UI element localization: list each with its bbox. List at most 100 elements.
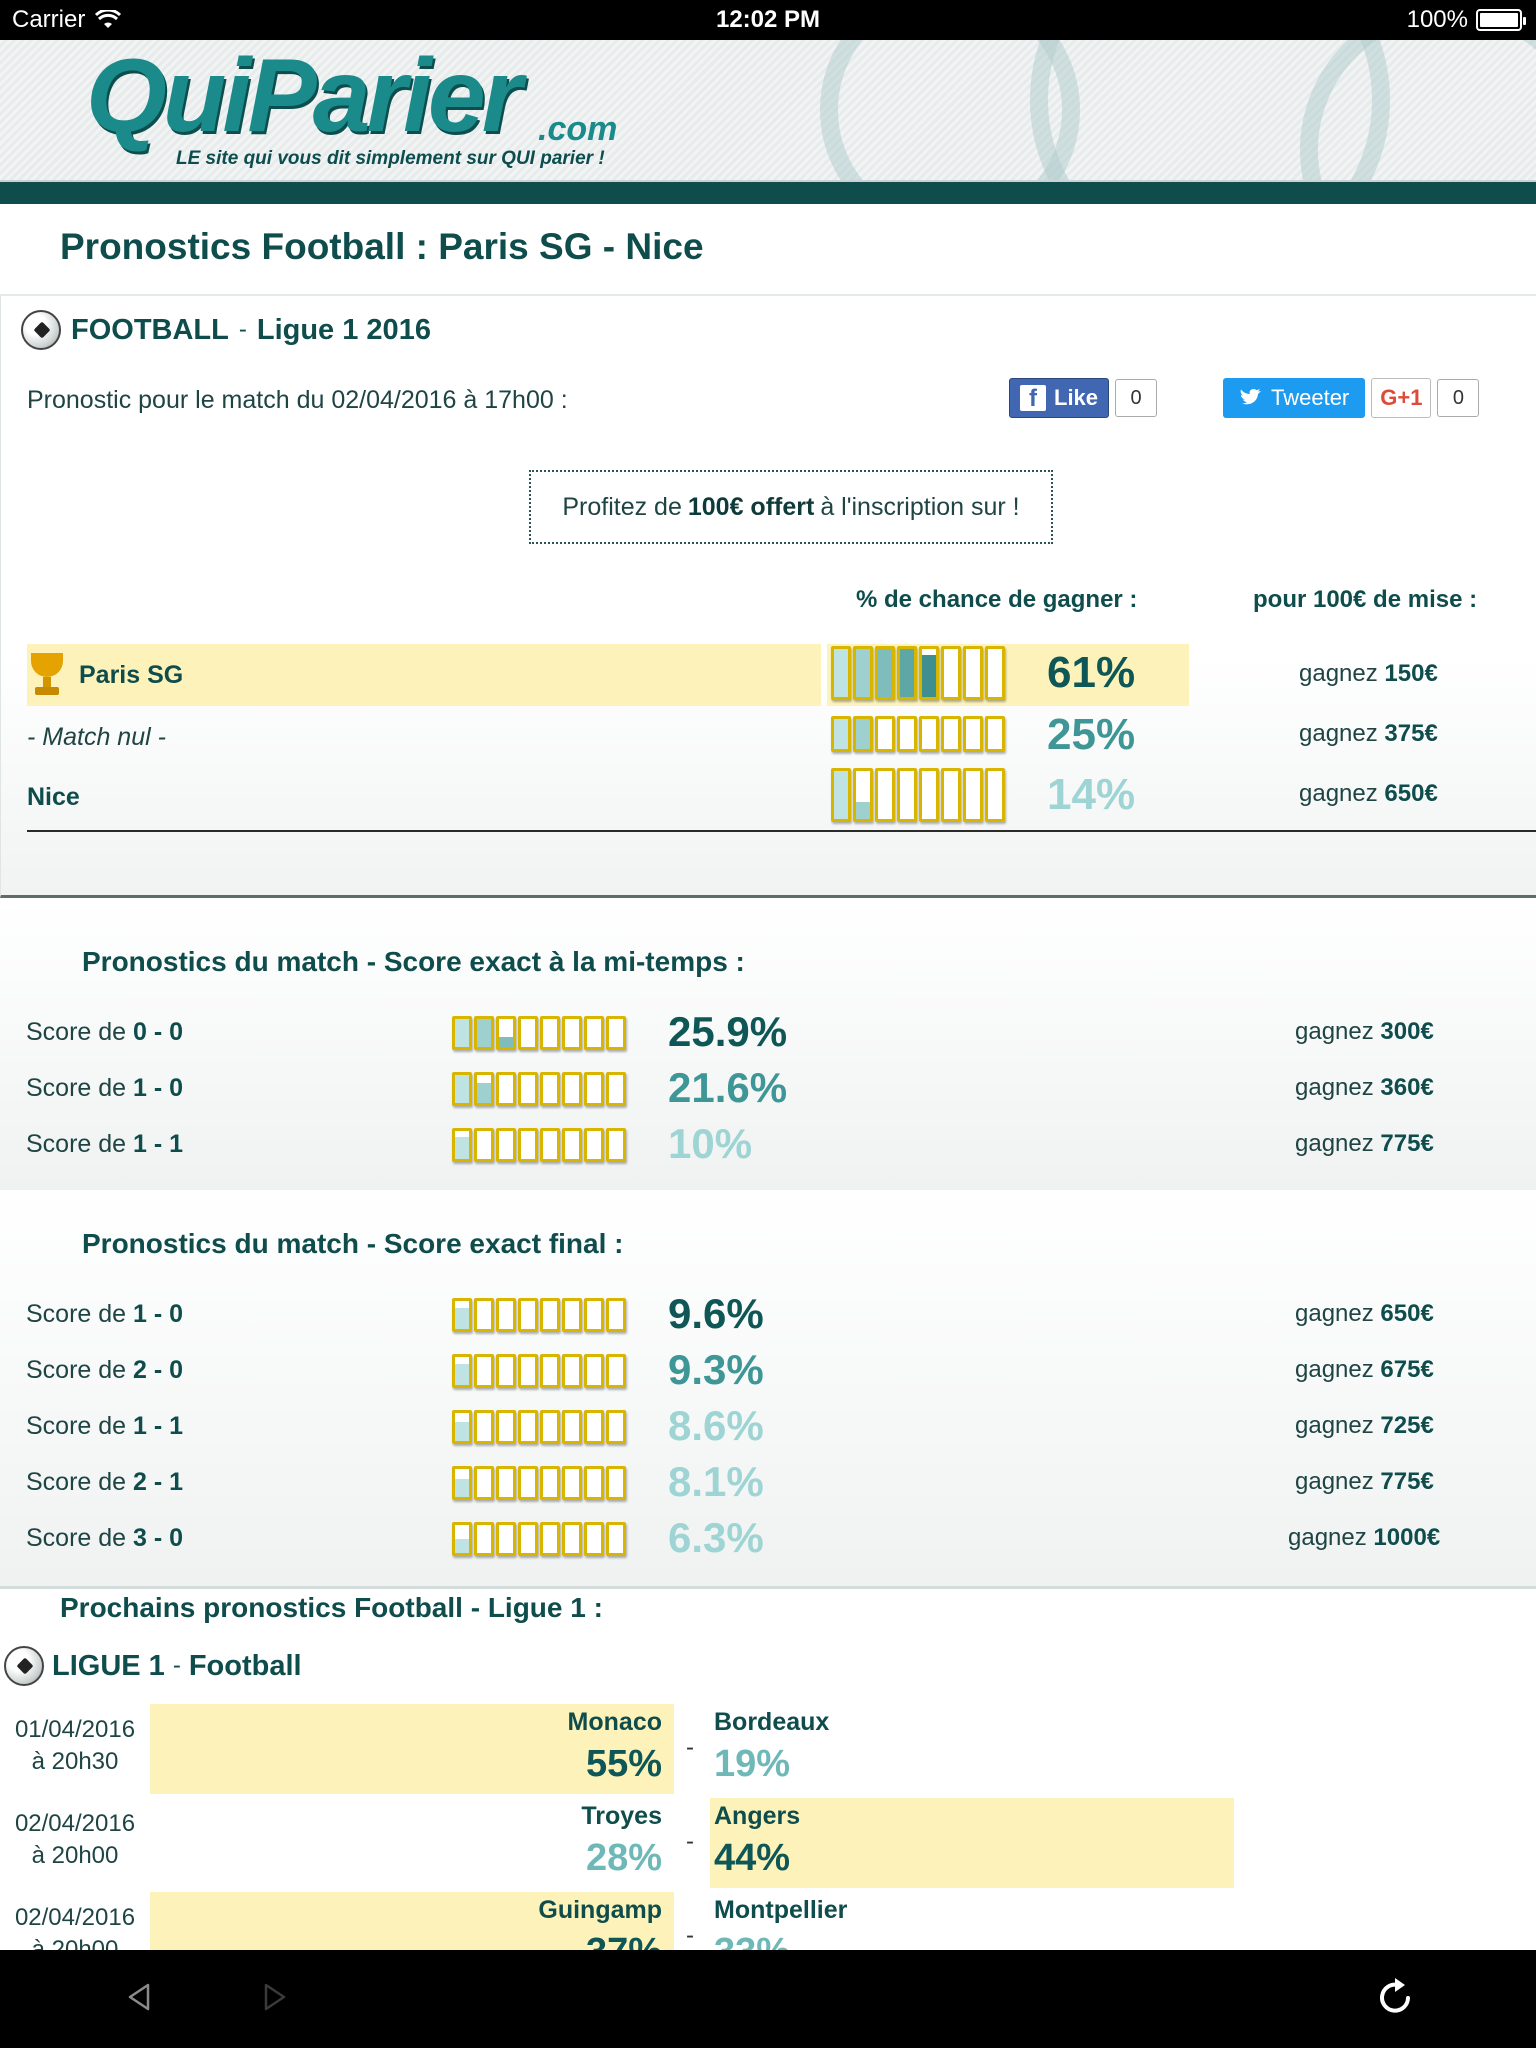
upcoming-away[interactable]: Bordeaux 19%	[710, 1704, 1234, 1794]
meter-segment	[496, 1072, 516, 1106]
back-icon[interactable]	[126, 1982, 152, 2012]
gplus-button[interactable]: G+1	[1371, 378, 1432, 418]
upcoming-home[interactable]: Troyes 28%	[150, 1798, 674, 1888]
meter-segment	[518, 1410, 538, 1444]
pct-draw: 25%	[1047, 710, 1136, 759]
gain-amount: 725€	[1380, 1412, 1434, 1439]
battery-label: 100%	[1406, 6, 1468, 33]
forward-icon[interactable]	[262, 1982, 288, 2012]
meter-segment	[496, 1016, 516, 1050]
meter-segment	[919, 768, 939, 822]
logo-com: .com	[538, 110, 618, 148]
match-league: FOOTBALL - Ligue 1 2016	[21, 310, 431, 350]
reload-icon[interactable]	[1376, 1974, 1416, 2018]
meter-fill	[477, 1082, 491, 1103]
meter-fill	[878, 649, 892, 697]
upcoming-league-label[interactable]: LIGUE 1	[52, 1650, 165, 1683]
meter-segment	[875, 768, 895, 822]
meter-segment	[941, 646, 961, 700]
meter-fill	[455, 1019, 469, 1047]
battery-icon	[1476, 9, 1526, 31]
meter-segment	[562, 1016, 582, 1050]
home-pct: 55%	[585, 1743, 662, 1785]
meter-segment	[831, 646, 851, 700]
upcoming-away[interactable]: Angers 44%	[710, 1798, 1234, 1888]
gain-prefix: gagnez	[1299, 780, 1378, 807]
gain-prefix: gagnez	[1295, 1018, 1374, 1045]
meter-segment	[540, 1072, 560, 1106]
meter-segment	[562, 1298, 582, 1332]
meter-segment	[584, 1298, 604, 1332]
ht-gain: gagnez 775€	[1295, 1130, 1434, 1158]
result-row-draw[interactable]: - Match nul -	[27, 706, 166, 768]
time-label: à 20h30	[31, 1748, 119, 1775]
meter-segment	[562, 1354, 582, 1388]
meter-fill	[922, 654, 936, 697]
gain-amount: 1000€	[1373, 1524, 1441, 1551]
away-team: Bordeaux	[714, 1708, 830, 1736]
league-dash: -	[238, 316, 247, 343]
like-count: 0	[1115, 379, 1158, 417]
meter-segment	[496, 1466, 516, 1500]
chance-column-header: % de chance de gagner :	[856, 586, 1138, 613]
meter-away	[831, 768, 1005, 822]
meter-segment	[606, 1128, 626, 1162]
upcoming-home[interactable]: Monaco 55%	[150, 1704, 674, 1794]
meter-segment	[606, 1522, 626, 1556]
meter-segment	[452, 1128, 472, 1162]
football-icon	[4, 1646, 44, 1686]
trophy-icon	[27, 653, 67, 697]
result-row-home[interactable]: Paris SG	[27, 644, 183, 706]
page-title: Pronostics Football : Paris SG - Nice	[60, 226, 704, 267]
meter-segment	[606, 1298, 626, 1332]
meter-segment	[452, 1522, 472, 1556]
league-label[interactable]: Ligue 1 2016	[257, 314, 431, 347]
meter-segment	[518, 1072, 538, 1106]
ft-pct: 9.3%	[668, 1346, 764, 1393]
meter-segment	[831, 716, 851, 752]
meter-segment	[963, 768, 983, 822]
meter-segment	[452, 1354, 472, 1388]
meter-segment	[452, 1466, 472, 1500]
meter-segment	[562, 1128, 582, 1162]
upcoming-sport-label[interactable]: Football	[189, 1650, 302, 1683]
meter-segment	[518, 1466, 538, 1500]
away-pct: 44%	[714, 1837, 791, 1879]
score-value: 1 - 1	[133, 1412, 184, 1440]
ft-gain: gagnez 675€	[1295, 1356, 1434, 1384]
away-team: Angers	[714, 1802, 801, 1830]
upcoming-league: LIGUE 1 - Football	[4, 1646, 302, 1686]
meter-home	[831, 646, 1005, 700]
meter-fill	[856, 719, 870, 749]
gain-home: gagnez 150€	[1299, 660, 1438, 688]
match-dash: -	[686, 1922, 694, 1949]
gain-amount: 775€	[1380, 1130, 1434, 1157]
meter-fill	[834, 649, 848, 697]
site-logo[interactable]: QuiParier .com LE site qui vous dit simp…	[86, 44, 617, 169]
gain-prefix: gagnez	[1295, 1468, 1374, 1495]
meter-segment	[540, 1466, 560, 1500]
match-dash: -	[686, 1734, 694, 1761]
score-prefix: Score de	[26, 1468, 127, 1496]
meter-segment	[540, 1522, 560, 1556]
meter-segment	[853, 646, 873, 700]
gain-amount: 675€	[1380, 1356, 1434, 1383]
meter-segment	[474, 1072, 494, 1106]
result-row-away[interactable]: Nice	[27, 766, 80, 828]
gain-amount: 360€	[1380, 1074, 1434, 1101]
meter-segment	[474, 1522, 494, 1556]
like-button[interactable]: f Like	[1009, 378, 1110, 418]
team-home: Paris SG	[79, 660, 184, 689]
team-draw: - Match nul -	[27, 722, 166, 751]
promo-banner[interactable]: Profitez de 100€ offert à l'inscription …	[529, 470, 1053, 544]
gain-amount: 150€	[1384, 660, 1438, 687]
status-bar: Carrier 12:02 PM 100%	[0, 0, 1536, 40]
upcoming-league-dash: -	[172, 1652, 181, 1679]
ft-gain: gagnez 1000€	[1288, 1524, 1440, 1552]
gain-prefix: gagnez	[1295, 1356, 1374, 1383]
gain-prefix: gagnez	[1295, 1300, 1374, 1327]
tweet-button[interactable]: Tweeter	[1223, 378, 1366, 418]
meter-segment	[963, 646, 983, 700]
facebook-like[interactable]: f Like 0	[1009, 378, 1158, 418]
meter-segment	[606, 1072, 626, 1106]
